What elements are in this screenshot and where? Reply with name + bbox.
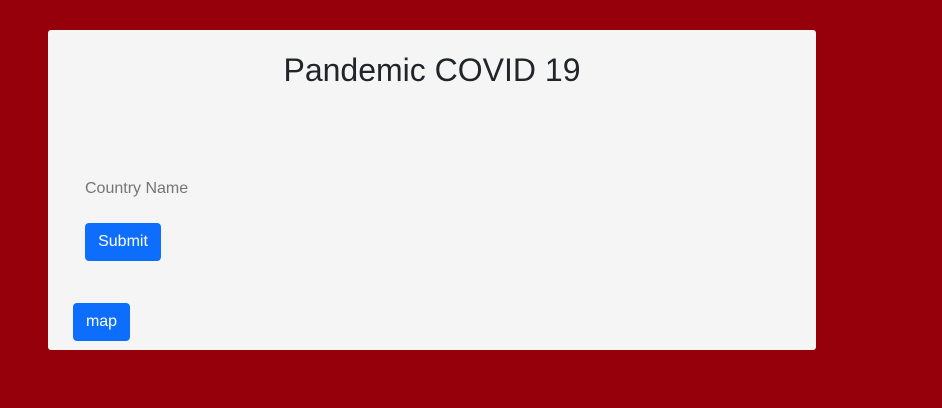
page-title: Pandemic COVID 19 <box>283 52 581 88</box>
country-name-input[interactable] <box>84 172 344 206</box>
main-card: Pandemic COVID 19 Submit map <box>48 30 816 350</box>
map-button[interactable]: map <box>73 303 130 341</box>
submit-button[interactable]: Submit <box>85 223 161 261</box>
